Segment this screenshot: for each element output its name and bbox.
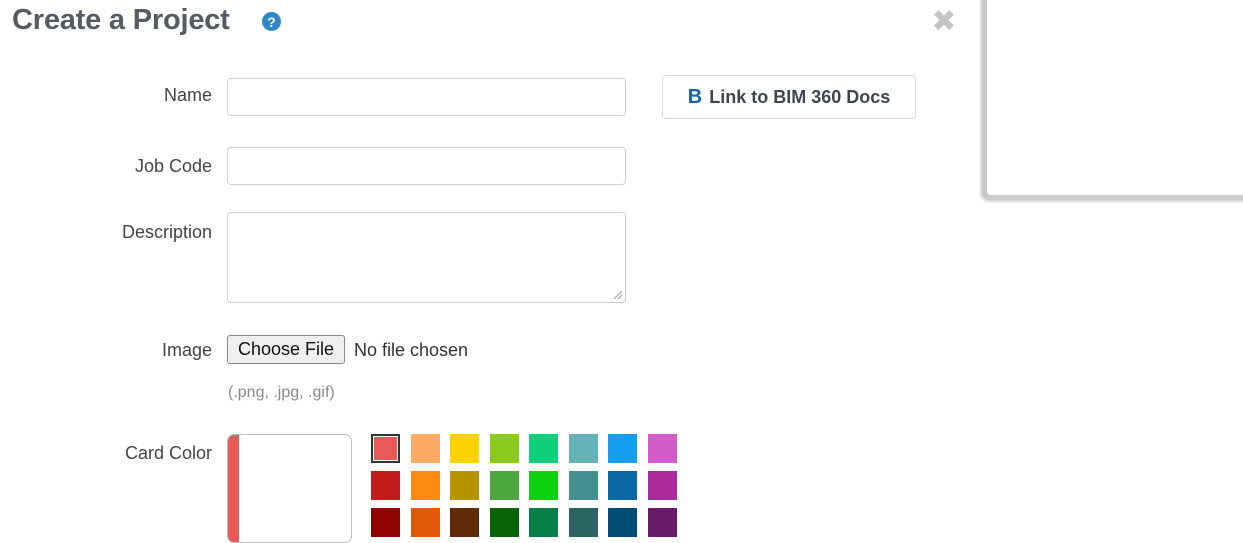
card-color-stripe (228, 435, 239, 542)
color-swatch[interactable] (608, 434, 637, 463)
color-swatch[interactable] (410, 434, 440, 463)
color-swatch[interactable] (647, 434, 677, 463)
color-swatch[interactable] (568, 434, 598, 463)
file-type-hint: (.png, .jpg, .gif) (228, 384, 335, 401)
name-input[interactable] (227, 78, 626, 116)
description-textarea[interactable] (227, 212, 626, 303)
job-code-input[interactable] (227, 147, 626, 185)
color-swatch[interactable] (450, 508, 479, 537)
color-swatch[interactable] (371, 471, 400, 500)
help-icon[interactable]: ? (262, 12, 281, 31)
color-swatch[interactable] (489, 508, 519, 537)
color-swatch[interactable] (410, 471, 440, 500)
resize-grip-icon[interactable] (612, 289, 622, 299)
choose-file-button[interactable]: Choose File (227, 335, 346, 364)
link-bim360-button[interactable]: B Link to BIM 360 Docs (662, 75, 916, 119)
side-panel (982, 0, 1243, 199)
color-swatch[interactable] (647, 471, 677, 500)
image-label: Image (161, 340, 212, 360)
color-swatch[interactable] (568, 471, 598, 500)
description-label: Description (121, 222, 212, 242)
color-swatch[interactable] (410, 508, 440, 537)
color-swatch[interactable] (608, 508, 637, 537)
color-swatch[interactable] (450, 434, 479, 463)
color-swatch[interactable] (371, 434, 400, 463)
dialog-title: Create a Project (12, 4, 230, 36)
close-icon[interactable]: ✖ (930, 7, 958, 37)
color-swatch[interactable] (529, 471, 558, 500)
color-swatch-grid (371, 434, 677, 537)
color-swatch[interactable] (647, 508, 677, 537)
color-swatch[interactable] (371, 508, 400, 537)
card-preview (227, 434, 352, 543)
color-swatch[interactable] (450, 471, 479, 500)
color-swatch[interactable] (529, 508, 558, 537)
color-swatch[interactable] (489, 434, 519, 463)
color-swatch[interactable] (608, 471, 637, 500)
job-code-label: Job Code (134, 156, 212, 176)
color-swatch[interactable] (568, 508, 598, 537)
file-status-text: No file chosen (354, 340, 469, 360)
link-bim360-label: Link to BIM 360 Docs (709, 86, 891, 107)
color-swatch[interactable] (529, 434, 558, 463)
card-color-label: Card Color (124, 443, 212, 463)
bim-360-icon: B (687, 85, 703, 108)
color-swatch[interactable] (489, 471, 519, 500)
name-label: Name (163, 85, 212, 105)
